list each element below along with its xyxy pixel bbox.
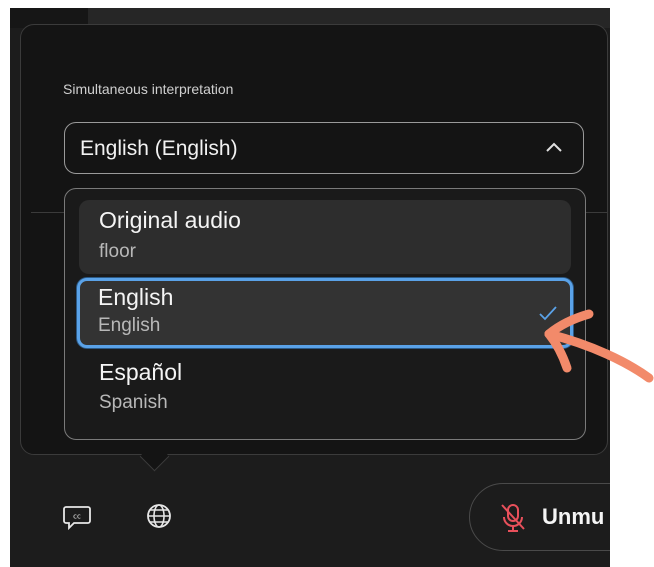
option-original-audio[interactable]: Original audio floor <box>79 200 571 274</box>
option-label: English <box>98 284 174 310</box>
unmute-button[interactable]: Unmu <box>469 483 610 551</box>
language-dropdown: Original audio floor English English Esp… <box>64 188 586 440</box>
chevron-up-icon <box>546 142 562 152</box>
selected-language: English (English) <box>80 137 238 160</box>
option-label: Español <box>99 359 183 385</box>
unmute-label: Unmu <box>542 504 605 529</box>
option-sublabel: English <box>98 315 161 336</box>
option-sublabel: floor <box>99 241 136 262</box>
option-espanol[interactable]: Español Spanish <box>79 352 571 422</box>
closed-captions-icon[interactable]: cc <box>62 501 92 531</box>
svg-text:cc: cc <box>73 513 81 521</box>
interpretation-popover: Simultaneous interpretation English (Eng… <box>20 24 608 455</box>
option-label: Original audio <box>99 207 241 233</box>
divider <box>585 212 607 213</box>
option-english[interactable]: English English <box>77 278 573 348</box>
meeting-window: Simultaneous interpretation English (Eng… <box>10 8 610 567</box>
arrow-icon <box>544 309 654 383</box>
option-sublabel: Spanish <box>99 392 168 413</box>
globe-icon[interactable] <box>144 501 174 531</box>
section-label: Simultaneous interpretation <box>63 81 234 97</box>
language-select[interactable]: English (English) <box>64 122 584 174</box>
mic-off-icon <box>501 504 525 532</box>
divider <box>31 212 65 213</box>
